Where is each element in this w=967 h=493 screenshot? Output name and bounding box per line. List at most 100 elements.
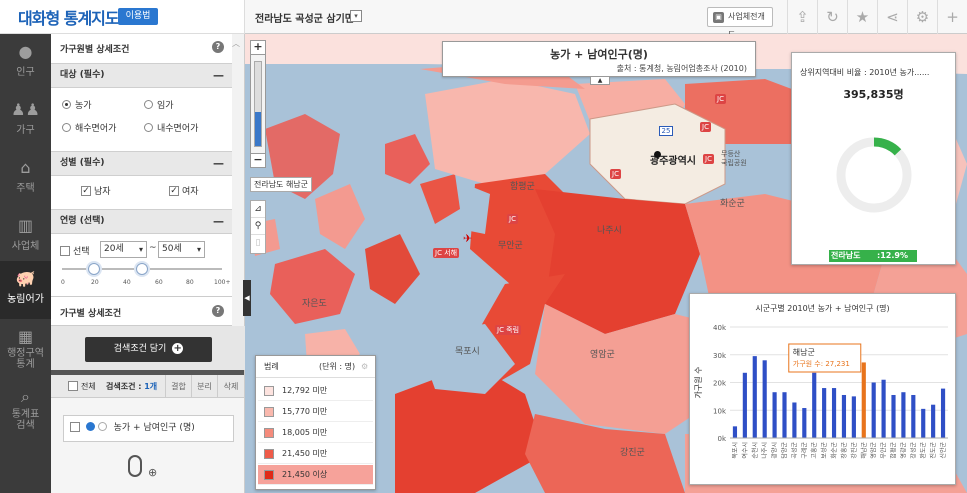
map-icon: ▦ xyxy=(17,327,34,346)
bar[interactable] xyxy=(911,394,916,438)
legend-row[interactable]: 18,005 미만 xyxy=(258,423,373,443)
map-label-hampyeong: 함평군 xyxy=(510,182,535,192)
app-title: 대화형 통계지도 xyxy=(18,9,120,28)
bar[interactable] xyxy=(940,388,946,438)
condition-item[interactable]: 농가 + 남여인구 (명) xyxy=(63,415,234,442)
map-title: 농가 + 남여인구(명) xyxy=(550,48,648,61)
panel-toggle-icon[interactable]: ◀ xyxy=(243,280,251,316)
bar[interactable] xyxy=(871,382,876,439)
target-section-header[interactable]: 대상 (필수) — xyxy=(51,63,233,88)
gender-section-header[interactable]: 성별 (필수) — xyxy=(51,151,233,176)
chevron-down-icon: ▾ xyxy=(138,245,143,254)
legend-row[interactable]: 21,450 미만 xyxy=(258,444,373,464)
menu-label: 사업체 xyxy=(11,241,40,252)
house-icon: ⌂ xyxy=(20,158,31,177)
legend-row[interactable]: 15,770 미만 xyxy=(258,402,373,422)
map-title-box: 농가 + 남여인구(명) 출처 : 통계청, 농림어업총조사 (2010) xyxy=(442,41,756,77)
x-tick-label: 순천시 xyxy=(751,442,759,459)
slider-handle-max[interactable] xyxy=(136,263,148,275)
help-icon[interactable]: ? xyxy=(212,305,224,317)
age-to-select[interactable]: 50세 ▾ xyxy=(158,241,205,258)
zoom-in-button[interactable]: + xyxy=(251,41,265,55)
zoom-slider[interactable] xyxy=(254,61,262,147)
bar[interactable] xyxy=(931,404,936,438)
menu-item-population[interactable]: ● 인구 xyxy=(0,34,51,92)
collapse-title-icon[interactable]: ▲ xyxy=(590,77,610,85)
select-all-label: 전체 xyxy=(81,382,96,391)
slider-tick: 80 xyxy=(186,279,194,286)
radio-farm[interactable]: 농가 xyxy=(62,100,92,112)
menu-item-business[interactable]: ▥ 사업체 xyxy=(0,208,51,266)
bar[interactable] xyxy=(841,394,847,438)
bar[interactable] xyxy=(921,408,926,438)
bar[interactable] xyxy=(822,388,827,438)
slider-handle-min[interactable] xyxy=(88,263,100,275)
upload-icon[interactable]: ⇪ xyxy=(787,0,817,34)
bar[interactable] xyxy=(891,394,896,438)
toggle-icon[interactable] xyxy=(97,422,107,431)
trash-icon[interactable]: ▯ xyxy=(251,235,265,252)
bar-chart-title: 시군구별 2010년 농가 + 남여인구 (명) xyxy=(755,304,890,313)
bar[interactable] xyxy=(772,392,777,438)
condition-checkbox[interactable] xyxy=(70,421,80,432)
zoom-out-button[interactable]: − xyxy=(251,153,265,167)
bar[interactable] xyxy=(782,392,787,438)
select-all-checkbox[interactable]: 전체 xyxy=(68,375,96,398)
bar[interactable] xyxy=(762,360,767,438)
plus-icon[interactable]: + xyxy=(937,0,967,34)
checkbox-female[interactable]: ✓ 여자 xyxy=(169,185,199,198)
zoom-control[interactable]: + − xyxy=(250,40,266,168)
collapse-icon[interactable]: — xyxy=(213,64,224,87)
menu-item-farm[interactable]: 🐖 농림어가 xyxy=(0,261,51,319)
guide-button[interactable]: 이용법 xyxy=(118,8,158,25)
radio-forest[interactable]: 임가 xyxy=(144,100,174,112)
location-dropdown-icon[interactable]: ▾ xyxy=(350,10,362,22)
age-from-select[interactable]: 20세 ▾ xyxy=(100,241,147,258)
bar[interactable] xyxy=(831,388,837,438)
split-button[interactable]: 분리 xyxy=(191,375,217,398)
measure-icon[interactable]: ⊿ xyxy=(251,201,265,218)
bar[interactable] xyxy=(851,396,856,438)
menu-item-stat-search[interactable]: ⌕ 통계표 검색 xyxy=(0,379,51,439)
bar[interactable] xyxy=(752,356,757,438)
ratio-card: 상위지역대비 비율 : 2010년 농가...... 395,835명 전라남도… xyxy=(791,52,956,265)
age-section-header[interactable]: 연령 (선택) — xyxy=(51,209,233,234)
legend-row[interactable]: 12,792 미만 xyxy=(258,381,373,401)
legend-row-active[interactable]: 21,450 이상 xyxy=(258,465,373,485)
bar[interactable] xyxy=(812,372,817,438)
menu-item-household[interactable]: ♟♟ 가구 xyxy=(0,92,51,150)
scroll-up-icon[interactable]: ︿ xyxy=(232,38,240,49)
bar-highlight[interactable] xyxy=(861,362,866,438)
menu-item-admin-stats[interactable]: ▦ 행정구역 통계 xyxy=(0,319,51,379)
biz-map-button[interactable]: ▣ 사업체전개도 xyxy=(707,7,773,39)
cursor-icon: ⊕ xyxy=(148,466,158,479)
bar[interactable] xyxy=(901,392,906,438)
share-icon[interactable]: ⋖ xyxy=(877,0,907,34)
bar[interactable] xyxy=(802,408,807,438)
collapse-icon[interactable]: — xyxy=(213,152,224,175)
collapse-icon[interactable]: — xyxy=(213,210,224,233)
age-select-checkbox[interactable]: 선택 xyxy=(60,245,90,258)
info-icon[interactable] xyxy=(85,422,95,431)
biz-icon: ▣ xyxy=(713,12,724,23)
radio-sea-fishery[interactable]: 해수면어가 xyxy=(62,123,116,135)
age-slider[interactable] xyxy=(62,263,222,275)
refresh-icon[interactable]: ↻ xyxy=(817,0,847,34)
checkbox-male[interactable]: ✓ 남자 xyxy=(81,185,111,198)
gear-icon[interactable]: ⚙ xyxy=(907,0,937,34)
add-search-condition-button[interactable]: 검색조건 담기 + xyxy=(85,337,212,362)
combine-button[interactable]: 결합 xyxy=(165,375,191,398)
help-icon[interactable]: ? xyxy=(212,41,224,53)
bar[interactable] xyxy=(732,426,738,438)
bar[interactable] xyxy=(742,372,747,438)
delete-button[interactable]: 삭제 xyxy=(217,375,244,398)
menu-item-housing[interactable]: ⌂ 주택 xyxy=(0,150,51,208)
x-tick-label: 화순군 xyxy=(831,442,838,459)
household-section[interactable]: 가구별 상세조건 ? xyxy=(51,296,232,326)
bar[interactable] xyxy=(881,379,886,438)
pin-icon[interactable]: ⚲ xyxy=(251,218,265,235)
radio-inland-fishery[interactable]: 내수면어가 xyxy=(144,123,198,135)
bar[interactable] xyxy=(792,402,797,438)
gear-icon[interactable]: ⚙ xyxy=(361,356,368,378)
star-icon[interactable]: ★ xyxy=(847,0,877,34)
